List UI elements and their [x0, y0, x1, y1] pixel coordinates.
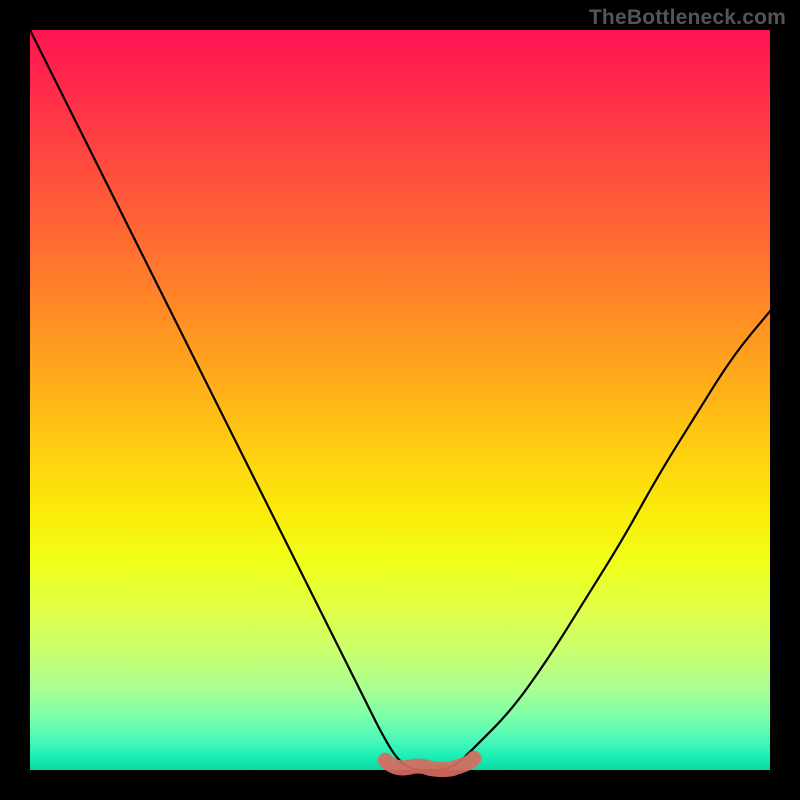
chart-frame: TheBottleneck.com [0, 0, 800, 800]
optimal-range-marker [385, 758, 474, 769]
watermark-text: TheBottleneck.com [589, 6, 786, 30]
plot-area [30, 30, 770, 770]
bottleneck-curve [30, 30, 770, 770]
chart-svg [30, 30, 770, 770]
